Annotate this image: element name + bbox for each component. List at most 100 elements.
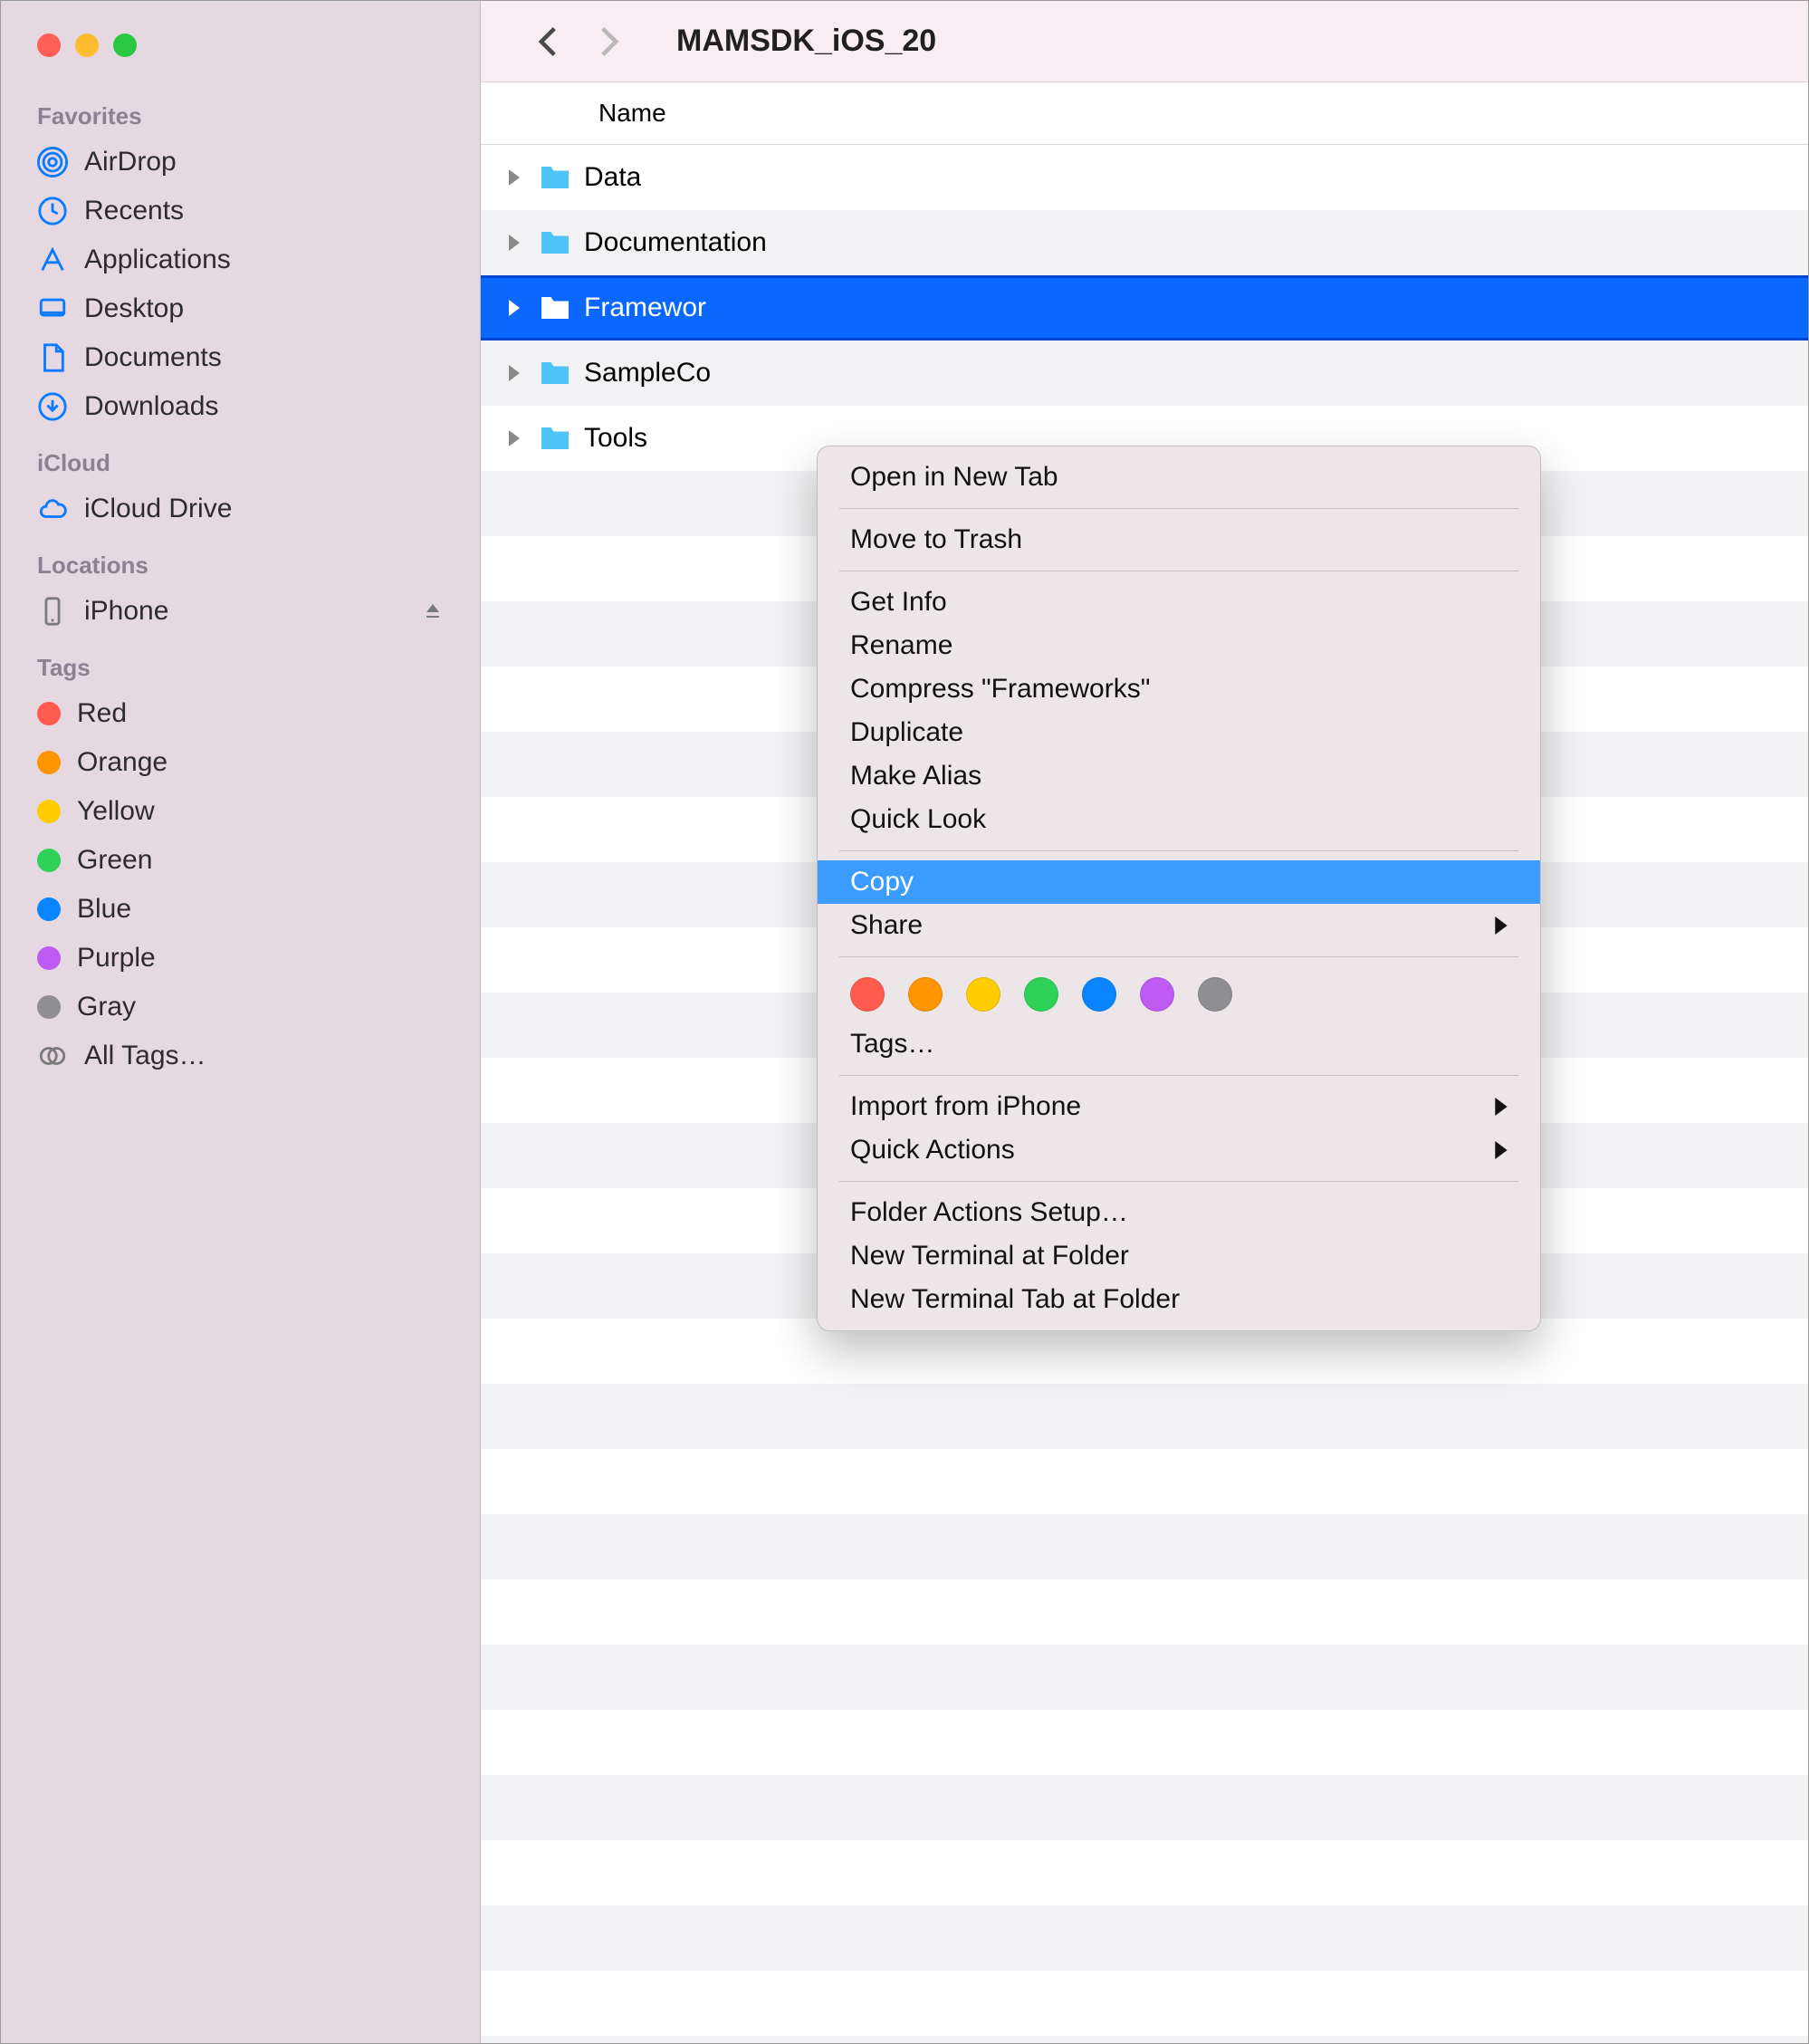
downloads-icon bbox=[37, 391, 68, 422]
empty-row bbox=[481, 1645, 1808, 1710]
sidebar-tag-yellow[interactable]: Yellow bbox=[1, 787, 480, 836]
sidebar-tag-purple[interactable]: Purple bbox=[1, 934, 480, 983]
disclosure-triangle-icon[interactable] bbox=[508, 430, 526, 446]
sidebar-item-downloads[interactable]: Downloads bbox=[1, 382, 480, 431]
tag-color-red[interactable] bbox=[850, 977, 885, 1012]
back-button[interactable] bbox=[526, 20, 570, 63]
sidebar-tag-blue[interactable]: Blue bbox=[1, 885, 480, 934]
icloud-header: iCloud bbox=[1, 431, 480, 485]
column-header-name[interactable]: Name bbox=[481, 82, 1808, 145]
zoom-icon[interactable] bbox=[113, 34, 137, 57]
ctx-folder-actions[interactable]: Folder Actions Setup… bbox=[818, 1191, 1540, 1234]
empty-row bbox=[481, 1971, 1808, 2036]
sidebar-item-label: Orange bbox=[77, 747, 168, 778]
empty-row bbox=[481, 1449, 1808, 1514]
sidebar-item-recents[interactable]: Recents bbox=[1, 187, 480, 235]
desktop-icon bbox=[37, 293, 68, 324]
all-tags-icon bbox=[37, 1041, 68, 1071]
window-title: MAMSDK_iOS_20 bbox=[676, 24, 936, 59]
tag-dot-icon bbox=[37, 897, 61, 921]
sidebar-item-documents[interactable]: Documents bbox=[1, 333, 480, 382]
separator bbox=[839, 956, 1518, 957]
empty-row bbox=[481, 1514, 1808, 1579]
ctx-make-alias[interactable]: Make Alias bbox=[818, 754, 1540, 798]
sidebar-item-label: Purple bbox=[77, 943, 156, 974]
tag-color-gray[interactable] bbox=[1198, 977, 1232, 1012]
tags-header: Tags bbox=[1, 636, 480, 689]
file-name: Documentation bbox=[584, 227, 767, 258]
ctx-tags[interactable]: Tags… bbox=[818, 1022, 1540, 1066]
sidebar-item-iphone[interactable]: iPhone bbox=[1, 587, 480, 636]
sidebar-item-label: Green bbox=[77, 845, 152, 876]
sidebar-item-label: Blue bbox=[77, 894, 131, 925]
ctx-share[interactable]: Share bbox=[818, 904, 1540, 947]
ctx-duplicate[interactable]: Duplicate bbox=[818, 711, 1540, 754]
sidebar-item-label: Applications bbox=[84, 245, 231, 275]
ctx-quick-look[interactable]: Quick Look bbox=[818, 798, 1540, 841]
folder-icon bbox=[539, 425, 571, 452]
toolbar: MAMSDK_iOS_20 bbox=[481, 1, 1808, 82]
sidebar-tag-gray[interactable]: Gray bbox=[1, 983, 480, 1032]
disclosure-triangle-icon[interactable] bbox=[508, 169, 526, 186]
ctx-import-iphone[interactable]: Import from iPhone bbox=[818, 1085, 1540, 1128]
forward-button[interactable] bbox=[588, 20, 631, 63]
cloud-icon bbox=[37, 494, 68, 524]
tag-color-purple[interactable] bbox=[1140, 977, 1174, 1012]
sidebar-tag-red[interactable]: Red bbox=[1, 689, 480, 738]
ctx-rename[interactable]: Rename bbox=[818, 624, 1540, 667]
ctx-item-label: Quick Actions bbox=[850, 1135, 1015, 1166]
tag-dot-icon bbox=[37, 849, 61, 872]
favorites-header: Favorites bbox=[1, 84, 480, 138]
close-icon[interactable] bbox=[37, 34, 61, 57]
sidebar-item-airdrop[interactable]: AirDrop bbox=[1, 138, 480, 187]
folder-icon bbox=[539, 164, 571, 191]
sidebar-tag-all[interactable]: All Tags… bbox=[1, 1032, 480, 1080]
empty-row bbox=[481, 1579, 1808, 1645]
ctx-move-to-trash[interactable]: Move to Trash bbox=[818, 518, 1540, 561]
ctx-open-new-tab[interactable]: Open in New Tab bbox=[818, 456, 1540, 499]
file-row[interactable]: SampleCo bbox=[481, 341, 1808, 406]
ctx-copy[interactable]: Copy bbox=[818, 860, 1540, 904]
iphone-icon bbox=[37, 596, 68, 627]
disclosure-triangle-icon[interactable] bbox=[508, 235, 526, 251]
minimize-icon[interactable] bbox=[75, 34, 99, 57]
chevron-right-icon bbox=[1495, 1098, 1508, 1116]
sidebar-tag-green[interactable]: Green bbox=[1, 836, 480, 885]
tag-color-blue[interactable] bbox=[1082, 977, 1116, 1012]
chevron-right-icon bbox=[1495, 916, 1508, 935]
ctx-new-terminal[interactable]: New Terminal at Folder bbox=[818, 1234, 1540, 1278]
sidebar-tag-orange[interactable]: Orange bbox=[1, 738, 480, 787]
file-row[interactable]: Documentation bbox=[481, 210, 1808, 275]
sidebar-item-label: All Tags… bbox=[84, 1041, 206, 1071]
eject-icon[interactable] bbox=[422, 600, 444, 622]
sidebar-item-label: Recents bbox=[84, 196, 184, 226]
sidebar-item-label: iCloud Drive bbox=[84, 494, 232, 524]
sidebar-item-desktop[interactable]: Desktop bbox=[1, 284, 480, 333]
separator bbox=[839, 508, 1518, 509]
folder-icon bbox=[539, 294, 571, 321]
empty-row bbox=[481, 2036, 1808, 2043]
file-row-selected[interactable]: Framewor bbox=[481, 275, 1808, 341]
ctx-tag-colors bbox=[818, 966, 1540, 1022]
file-row[interactable]: Data bbox=[481, 145, 1808, 210]
sidebar-item-label: Gray bbox=[77, 992, 136, 1022]
ctx-new-terminal-tab[interactable]: New Terminal Tab at Folder bbox=[818, 1278, 1540, 1321]
airdrop-icon bbox=[37, 147, 68, 178]
tag-color-green[interactable] bbox=[1024, 977, 1058, 1012]
empty-row bbox=[481, 1710, 1808, 1775]
ctx-item-label: Share bbox=[850, 910, 923, 941]
tag-color-orange[interactable] bbox=[908, 977, 943, 1012]
ctx-compress[interactable]: Compress "Frameworks" bbox=[818, 667, 1540, 711]
ctx-item-label: Import from iPhone bbox=[850, 1091, 1081, 1122]
disclosure-triangle-icon[interactable] bbox=[508, 365, 526, 381]
ctx-quick-actions[interactable]: Quick Actions bbox=[818, 1128, 1540, 1172]
sidebar-item-applications[interactable]: Applications bbox=[1, 235, 480, 284]
tag-color-yellow[interactable] bbox=[966, 977, 1000, 1012]
document-icon bbox=[37, 342, 68, 373]
sidebar-item-label: Documents bbox=[84, 342, 222, 373]
disclosure-triangle-icon[interactable] bbox=[508, 300, 526, 316]
ctx-get-info[interactable]: Get Info bbox=[818, 581, 1540, 624]
sidebar-item-label: Red bbox=[77, 698, 127, 729]
sidebar-item-icloud-drive[interactable]: iCloud Drive bbox=[1, 485, 480, 533]
empty-row bbox=[481, 1840, 1808, 1905]
